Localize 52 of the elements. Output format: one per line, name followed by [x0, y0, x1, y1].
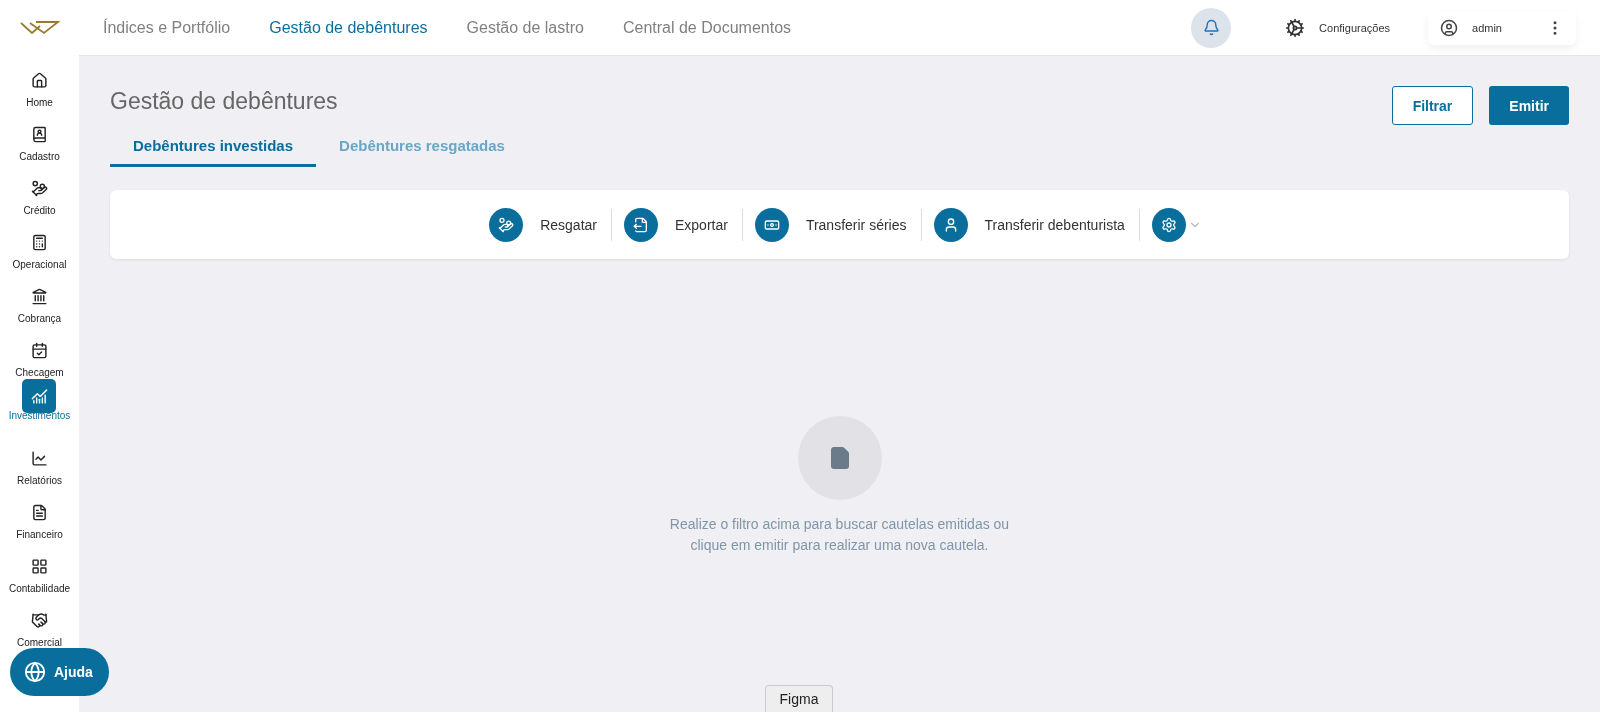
figma-button[interactable]: Figma — [765, 685, 833, 712]
sidebar-label[interactable]: Investimentos — [8, 410, 71, 421]
empty-message: Realize o filtro acima para buscar cautelas emitidas ou clique em emitir para realizar uma nova cautela. — [668, 515, 1011, 555]
active-nav-button[interactable] — [22, 379, 57, 413]
logo-icon — [19, 20, 60, 36]
action-button[interactable]: Transferir séries — [742, 207, 921, 242]
help-button[interactable]: Ajuda — [10, 648, 109, 696]
line-chart-icon — [31, 449, 48, 467]
outline-button[interactable]: Filtrar — [1391, 86, 1474, 125]
grid-icon — [31, 557, 48, 575]
sidebar-label[interactable]: Cadastro — [19, 151, 60, 162]
bell-icon — [1202, 19, 1220, 36]
bank-icon — [31, 287, 48, 305]
sidebar-label[interactable]: Checagem — [15, 367, 64, 378]
hand-coin-icon — [31, 179, 48, 197]
nav-link[interactable]: Central de Documentos — [622, 18, 792, 37]
banknote-icon — [754, 207, 789, 242]
calendar-check-icon — [31, 341, 48, 359]
sidebar-label[interactable]: Financeiro — [16, 529, 63, 540]
settings-link[interactable]: Configurações — [1319, 21, 1391, 34]
page-title: Gestão de debêntures — [110, 88, 338, 115]
notification-button[interactable] — [1191, 7, 1232, 48]
file-export-icon — [623, 207, 658, 242]
sidebar-label[interactable]: Operacional — [12, 259, 67, 270]
sidebar-label[interactable]: Comercial — [17, 637, 62, 648]
sidebar-label[interactable]: Crédito — [23, 205, 56, 216]
nav-link[interactable]: Gestão de lastro — [466, 18, 584, 37]
tab[interactable]: Debêntures investidas — [110, 131, 317, 167]
sidebar-label[interactable]: Home — [26, 97, 53, 108]
user-name: admin — [1472, 21, 1502, 34]
sidebar-label[interactable]: Relatórios — [17, 475, 62, 486]
action-button[interactable]: Transferir debenturista — [921, 207, 1139, 242]
chart-up-icon — [31, 387, 48, 405]
nav-link[interactable]: Índices e Portfólio — [103, 18, 231, 37]
globe-icon — [24, 661, 46, 683]
primary-button[interactable]: Emitir — [1489, 86, 1569, 125]
settings-icon[interactable] — [1285, 17, 1306, 38]
user-icon — [933, 207, 968, 242]
calculator-icon — [31, 233, 48, 251]
user-menu[interactable]: admin — [1428, 10, 1576, 45]
document-icon — [31, 503, 48, 521]
nav-link[interactable]: Gestão de debêntures — [269, 18, 428, 37]
action-button[interactable]: Exportar — [611, 207, 742, 242]
home-icon — [31, 71, 48, 89]
sidebar-label[interactable]: Cobrança — [17, 313, 62, 324]
hand-coin-icon — [489, 207, 524, 242]
handshake-icon — [31, 611, 48, 629]
sidebar-label[interactable]: Contabilidade — [8, 583, 71, 594]
contact-book-icon — [31, 125, 48, 143]
settings-icon[interactable] — [1151, 207, 1186, 242]
user-icon — [1440, 18, 1459, 37]
action-button[interactable]: Resgatar — [477, 207, 611, 242]
